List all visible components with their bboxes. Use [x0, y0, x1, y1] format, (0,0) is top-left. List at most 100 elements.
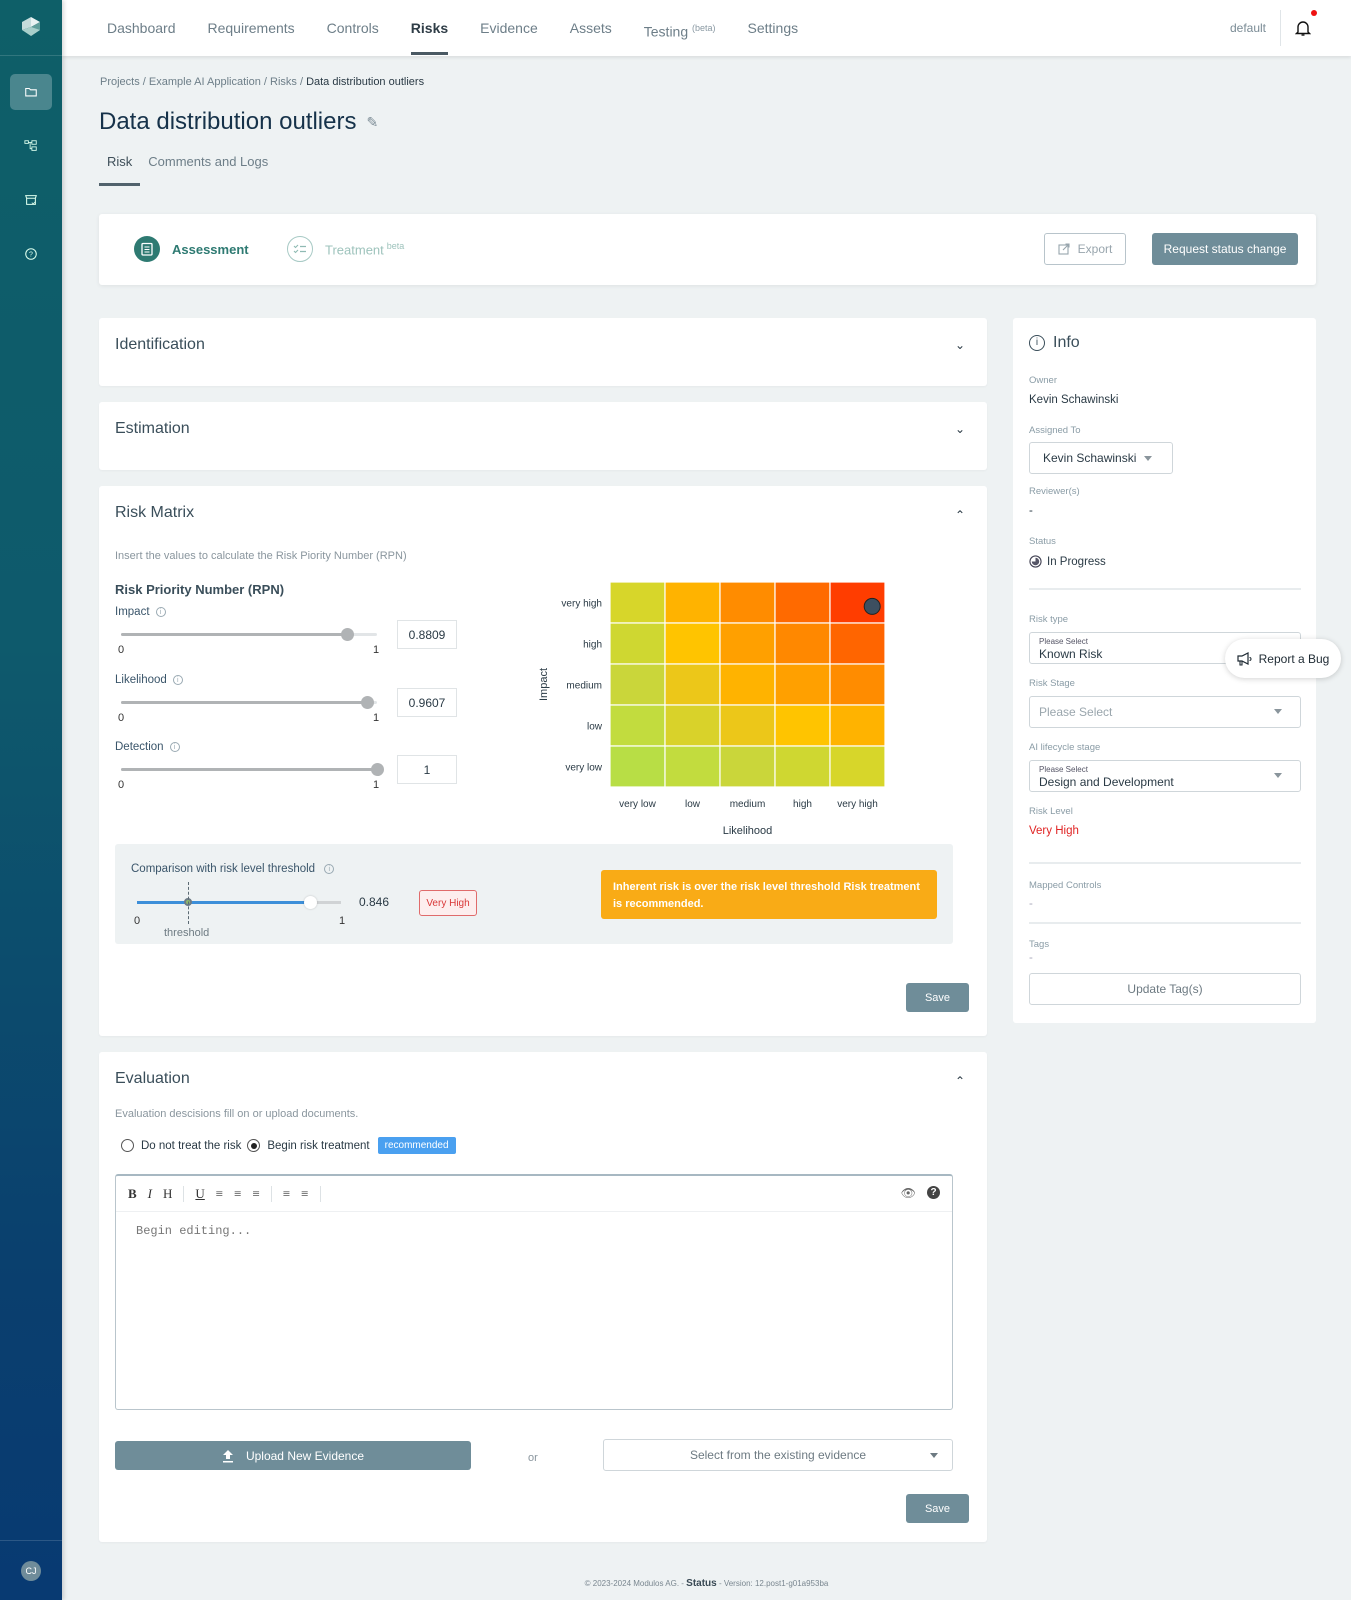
heatmap-cell [719, 663, 776, 706]
radio-do-not-treat[interactable]: Do not treat the risk [121, 1139, 241, 1152]
likelihood-slider-knob[interactable] [360, 696, 374, 709]
lifecycle-value: Design and Development [1039, 775, 1174, 789]
app-logo[interactable] [0, 0, 62, 56]
chevron-up-icon[interactable]: ⌃ [955, 1074, 965, 1088]
lifecycle-select[interactable]: Please Select Design and Development [1029, 760, 1301, 792]
existing-evidence-select[interactable]: Select from the existing evidence [603, 1439, 953, 1471]
chevron-down-icon[interactable]: ⌄ [955, 338, 965, 352]
page-title-row: Data distribution outliers ✎ [99, 108, 378, 136]
risk-matrix-title[interactable]: Risk Matrix [115, 504, 194, 522]
heading-icon[interactable]: H [163, 1186, 172, 1202]
export-label: Export [1077, 242, 1113, 256]
mapped-controls-value: - [1029, 898, 1033, 910]
radio-label: Begin risk treatment [267, 1139, 370, 1152]
breadcrumb-projects[interactable]: Projects [100, 76, 140, 88]
breadcrumb-application[interactable]: Example AI Application [149, 76, 261, 88]
nav-item-risks[interactable]: Risks [410, 0, 449, 56]
nav-item-requirements[interactable]: Requirements [208, 0, 295, 56]
evaluation-title[interactable]: Evaluation [115, 1070, 190, 1088]
risk-stage-select[interactable]: Please Select [1029, 696, 1301, 728]
upload-evidence-button[interactable]: Upload New Evidence [115, 1441, 471, 1470]
y-tick-label: medium [566, 681, 602, 692]
identification-title[interactable]: Identification [115, 336, 205, 354]
chevron-down-icon[interactable]: ⌄ [955, 422, 965, 436]
likelihood-min: 0 [118, 712, 125, 724]
checklist-icon [287, 236, 313, 262]
footer-status-link[interactable]: Status [686, 1578, 717, 1589]
sidebar-item-hierarchy[interactable] [10, 128, 52, 164]
tab-comments-logs[interactable]: Comments and Logs [140, 148, 276, 186]
info-icon[interactable]: i [324, 863, 335, 874]
heatmap-cell [664, 704, 721, 747]
folder-icon [25, 87, 37, 97]
assigned-select[interactable]: Kevin Schawinski [1029, 442, 1173, 474]
editor-textarea[interactable]: Begin editing... [116, 1212, 952, 1250]
sidebar-item-projects[interactable] [10, 74, 52, 110]
likelihood-value-input[interactable]: 0.9607 [397, 688, 457, 717]
likelihood-slider[interactable] [121, 696, 377, 709]
nav-item-controls[interactable]: Controls [327, 0, 379, 56]
avatar[interactable]: CJ [21, 1560, 41, 1581]
radio-begin-treatment[interactable]: Begin risk treatment [247, 1139, 370, 1152]
comparison-knob[interactable] [303, 896, 317, 909]
bold-icon[interactable]: B [128, 1186, 137, 1202]
align-right-icon[interactable]: ≡ [252, 1186, 259, 1202]
request-status-change-button[interactable]: Request status change [1152, 233, 1298, 265]
y-axis-label: Impact [538, 668, 550, 701]
detection-min: 0 [118, 779, 125, 791]
report-bug-button[interactable]: Report a Bug [1225, 639, 1341, 678]
preview-eye-icon[interactable]: 👁 [901, 1186, 916, 1201]
tags-value: - [1029, 952, 1033, 964]
workspace-label[interactable]: default [1230, 21, 1266, 35]
export-button[interactable]: Export [1044, 233, 1126, 265]
detection-slider-knob[interactable] [371, 763, 384, 776]
notifications-button[interactable] [1294, 10, 1317, 37]
sidebar-item-store[interactable] [10, 182, 52, 218]
align-left-icon[interactable]: ≡ [216, 1186, 223, 1202]
y-tick-label: very high [561, 599, 602, 610]
breadcrumb-risks[interactable]: Risks [270, 76, 297, 88]
ordered-list-icon[interactable]: ≡ [283, 1186, 290, 1202]
chevron-up-icon[interactable]: ⌃ [955, 508, 965, 522]
align-center-icon[interactable]: ≡ [234, 1186, 241, 1202]
detection-value-input[interactable]: 1 [397, 755, 457, 784]
evaluation-section: Evaluation ⌃ Evaluation descisions fill … [99, 1052, 987, 1542]
update-tags-button[interactable]: Update Tag(s) [1029, 973, 1301, 1005]
sidebar-item-help[interactable]: ? [10, 236, 52, 272]
impact-slider-knob[interactable] [340, 628, 354, 641]
nav-item-dashboard[interactable]: Dashboard [107, 0, 176, 56]
radio-circle-selected[interactable] [247, 1139, 261, 1152]
nav-item-settings[interactable]: Settings [748, 0, 799, 56]
bullet-list-icon[interactable]: ≡ [301, 1186, 308, 1202]
step-assessment[interactable]: Assessment [134, 236, 249, 262]
impact-value-input[interactable]: 0.8809 [397, 620, 457, 649]
evaluation-save-button[interactable]: Save [906, 1494, 969, 1523]
edit-title-icon[interactable]: ✎ [366, 114, 378, 131]
impact-slider[interactable] [121, 628, 377, 641]
tab-risk[interactable]: Risk [99, 148, 141, 186]
info-icon[interactable]: i [172, 674, 183, 685]
nav-item-assets[interactable]: Assets [570, 0, 612, 56]
estimation-section: Estimation ⌄ [99, 402, 987, 470]
comparison-slider[interactable] [137, 896, 341, 909]
nav-item-evidence[interactable]: Evidence [480, 0, 538, 56]
info-icon[interactable]: i [155, 606, 166, 617]
threshold-line [188, 882, 189, 924]
underline-icon[interactable]: U [195, 1186, 204, 1202]
detection-slider[interactable] [121, 763, 384, 776]
breadcrumb-sep: / [260, 76, 270, 88]
risk-matrix-save-button[interactable]: Save [906, 983, 969, 1012]
step-treatment[interactable]: Treatment beta [287, 236, 404, 262]
status-text: In Progress [1047, 555, 1106, 568]
assigned-value: Kevin Schawinski [1043, 451, 1137, 465]
nav-item-testing[interactable]: Testing (beta) [644, 0, 716, 56]
nav-label: Settings [747, 20, 799, 36]
italic-icon[interactable]: I [148, 1186, 152, 1202]
help-icon[interactable]: ? [927, 1186, 940, 1199]
radio-circle[interactable] [121, 1139, 134, 1152]
info-icon[interactable]: i [169, 741, 180, 752]
breadcrumb: Projects / Example AI Application / Risk… [100, 76, 424, 88]
in-progress-icon [1029, 555, 1042, 568]
detection-label: Detection i [115, 741, 180, 753]
estimation-title[interactable]: Estimation [115, 420, 190, 438]
